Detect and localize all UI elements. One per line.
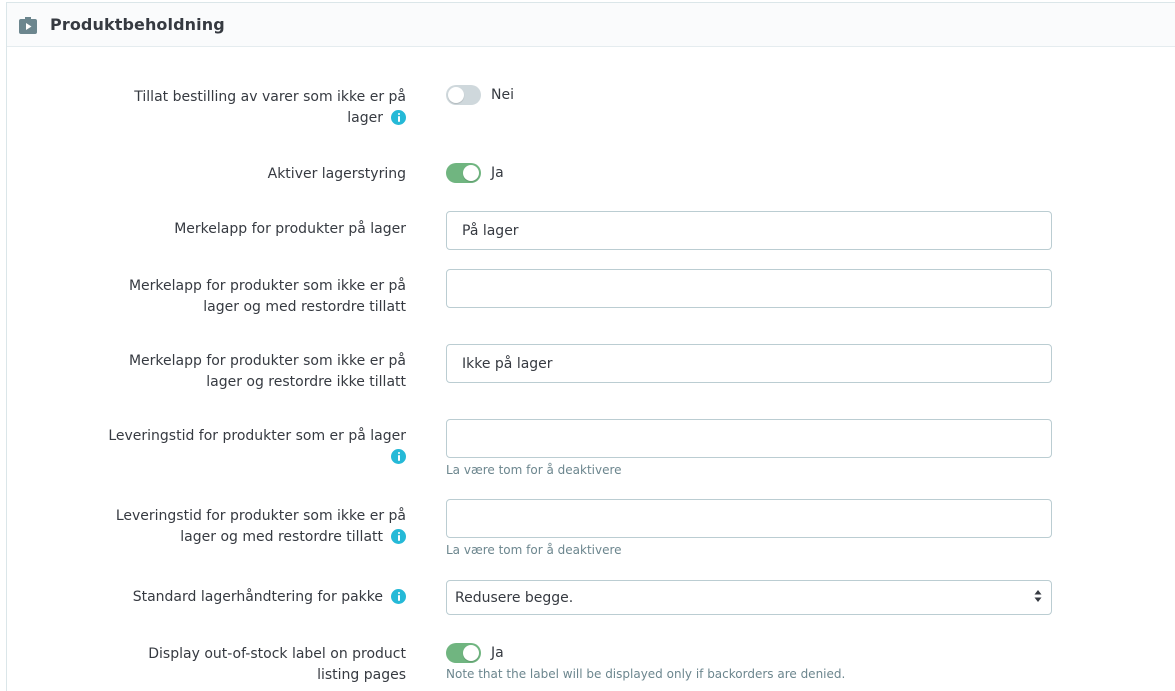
box-play-icon	[18, 15, 38, 35]
field-label: Standard lagerhåndtering for pakke	[106, 587, 406, 608]
stock-panel: Produktbeholdning Tillat bestilling av v…	[6, 2, 1175, 691]
info-icon[interactable]	[391, 528, 406, 544]
field-label: Merkelapp for produkter på lager	[174, 221, 406, 237]
label-oos-backorder-denied-input[interactable]: Ikke på lager	[446, 344, 1052, 383]
info-icon[interactable]	[391, 588, 406, 604]
field-label: Display out-of-stock label on product li…	[148, 646, 406, 683]
toggle-value-label: Ja	[491, 165, 504, 181]
field-label: Merkelapp for produkter som ikke er på l…	[128, 353, 406, 390]
label-oos-backorder-allowed-input[interactable]	[446, 269, 1052, 308]
label-in-stock-input[interactable]: På lager	[446, 211, 1052, 250]
delivery-oos-backorder-input[interactable]	[446, 499, 1052, 538]
display-oos-label-toggle[interactable]	[446, 643, 481, 663]
help-text: La være tom for å deaktivere	[446, 543, 622, 557]
info-icon[interactable]	[391, 448, 406, 464]
select-value: Redusere begge.	[455, 589, 574, 606]
field-label: Aktiver lagerstyring	[267, 166, 406, 182]
field-label: Merkelapp for produkter som ikke er på l…	[128, 278, 406, 315]
help-text: La være tom for å deaktivere	[446, 463, 622, 477]
toggle-value-label: Ja	[491, 645, 504, 661]
select-arrows-icon	[1033, 589, 1043, 607]
allow-backorder-toggle[interactable]	[446, 85, 481, 105]
stock-management-toggle[interactable]	[446, 163, 481, 183]
panel-header: Produktbeholdning	[7, 3, 1175, 47]
delivery-in-stock-input[interactable]	[446, 419, 1052, 458]
field-label: Tillat bestilling av varer som ikke er p…	[134, 89, 406, 126]
info-icon[interactable]	[391, 109, 406, 125]
pack-stock-select[interactable]: Redusere begge.	[446, 580, 1052, 615]
field-label: Leveringstid for produkter som ikke er p…	[115, 508, 406, 545]
panel-title: Produktbeholdning	[50, 15, 225, 34]
field-label: Leveringstid for produkter som er på lag…	[106, 426, 406, 468]
toggle-value-label: Nei	[491, 87, 514, 103]
help-text: Note that the label will be displayed on…	[446, 667, 846, 681]
